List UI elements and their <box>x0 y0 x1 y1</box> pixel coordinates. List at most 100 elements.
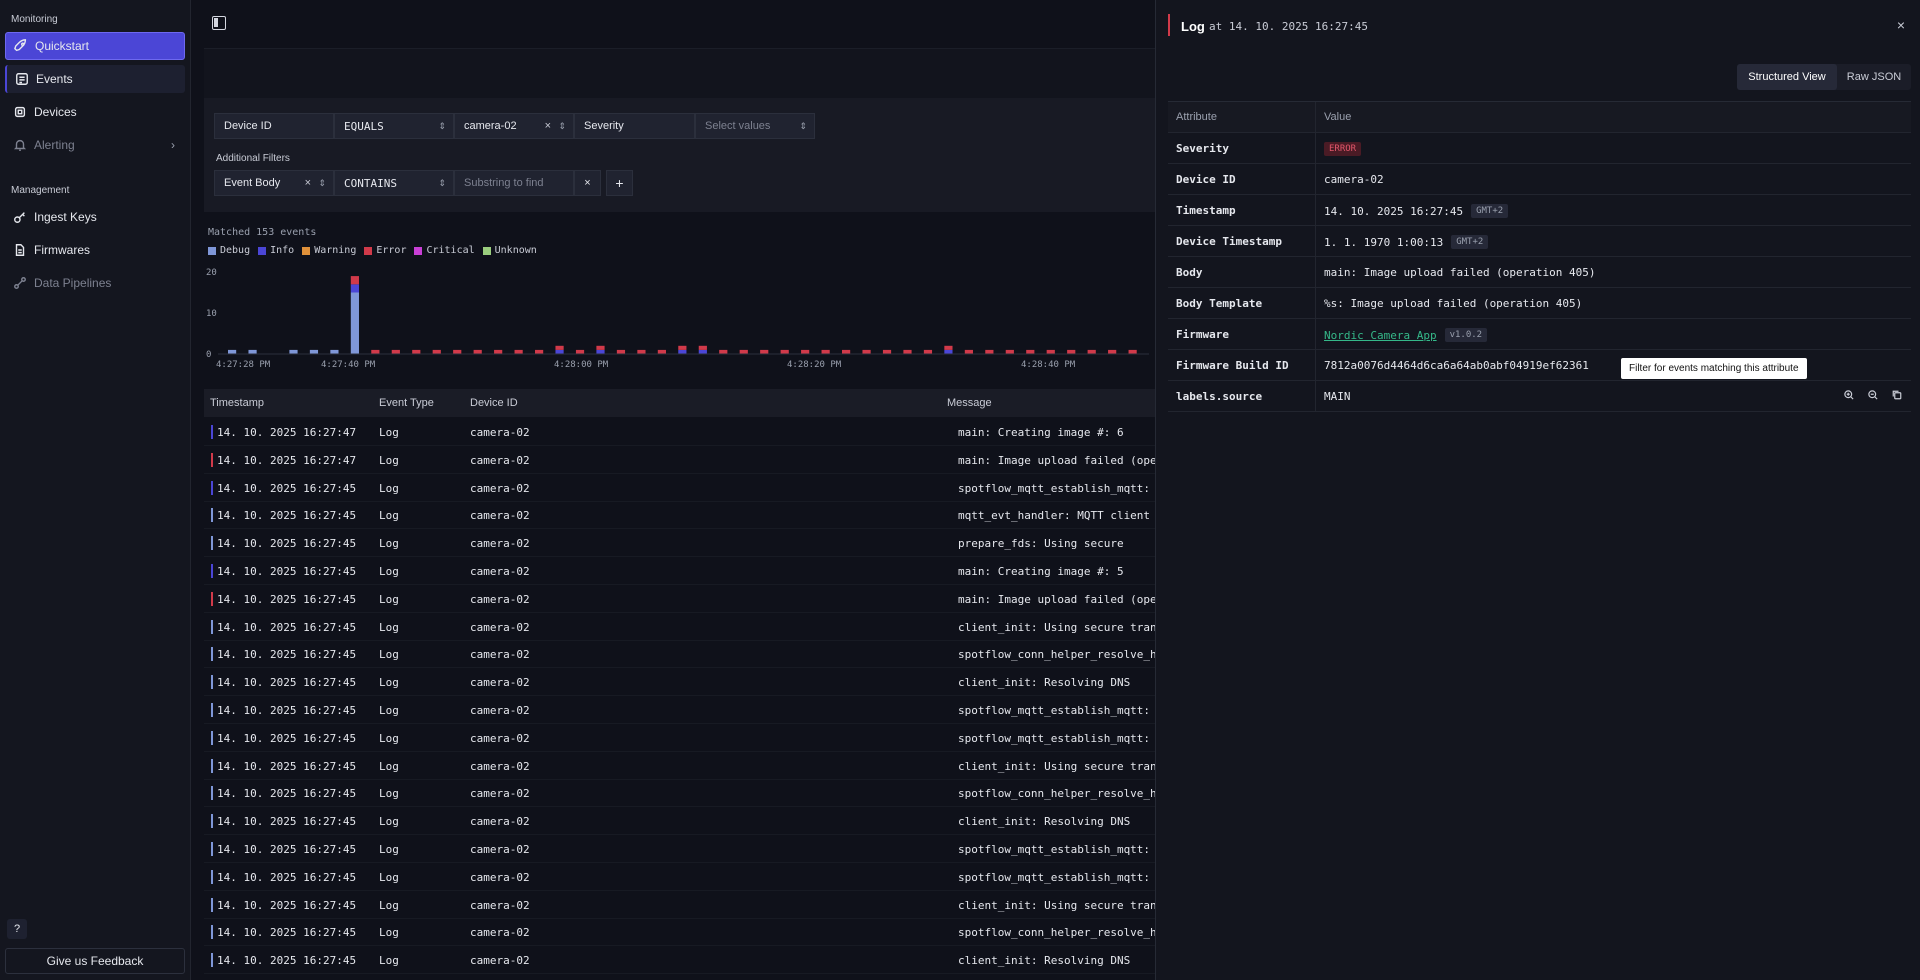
table-row[interactable]: 14. 10. 2025 16:27:45 Log camera-02 client_… <box>204 891 1155 919</box>
table-row[interactable]: 14. 10. 2025 16:27:45 Log camera-02 spotflo… <box>204 835 1155 863</box>
filter-field-event-body[interactable]: Event Body × ⇕ <box>214 170 334 196</box>
clear-icon: × <box>304 177 311 189</box>
close-button[interactable]: × <box>1897 17 1905 33</box>
cell-device-id: camera-02 <box>470 704 530 717</box>
legend-item[interactable]: Warning <box>302 245 356 256</box>
chart-bar <box>944 345 953 350</box>
legend-item[interactable]: Error <box>364 245 406 256</box>
remove-filter-button[interactable]: × <box>574 170 601 196</box>
cell-device-id: camera-02 <box>470 898 530 912</box>
tab-raw-json[interactable]: Raw JSON <box>1837 64 1911 90</box>
chart-bar <box>473 349 482 354</box>
filter-value-select[interactable]: camera-02 × ⇕ <box>454 113 574 139</box>
table-row[interactable]: 14. 10. 2025 16:27:45 Log camera-02 client_… <box>204 807 1155 836</box>
sidebar-toggle-icon[interactable] <box>212 16 226 30</box>
table-row[interactable]: 14. 10. 2025 16:27:45 Log camera-02 client_… <box>204 613 1155 641</box>
col-event-type[interactable]: Event Type <box>379 397 434 409</box>
table-row[interactable]: 14. 10. 2025 16:27:45 Log camera-02 client_… <box>204 946 1155 975</box>
table-row[interactable]: 14. 10. 2025 16:27:45 Log camera-02 main: C… <box>204 557 1155 585</box>
cell-device-id: camera-02 <box>470 815 530 829</box>
copy-icon[interactable] <box>1888 386 1906 404</box>
chart-bar <box>575 349 585 354</box>
add-filter-button[interactable]: + <box>606 170 633 196</box>
chevron-right-icon: › <box>171 138 175 152</box>
attribute-row[interactable]: Device ID camera-02 <box>1168 164 1911 195</box>
help-button[interactable]: ? <box>7 919 27 939</box>
chart-bar <box>882 349 892 354</box>
legend-item[interactable]: Info <box>258 245 294 256</box>
attribute-value: camera-02 <box>1324 173 1384 186</box>
col-device-id[interactable]: Device ID <box>470 397 518 409</box>
cell-device-id: camera-02 <box>470 787 530 801</box>
filter-operator-contains[interactable]: CONTAINS ⇕ <box>334 170 454 196</box>
sidebar-item-alerting[interactable]: Alerting › <box>5 131 185 159</box>
severity-indicator <box>211 758 213 773</box>
sidebar-item-devices[interactable]: Devices <box>5 98 185 126</box>
table-header: Timestamp Event Type Device ID Message <box>204 389 1155 417</box>
table-row[interactable]: 14. 10. 2025 16:27:45 Log camera-02 spotflo… <box>204 918 1155 947</box>
attribute-row[interactable]: Firmware Nordic Camera App v1.0.2 <box>1168 319 1911 350</box>
zoom-in-icon[interactable] <box>1840 386 1858 404</box>
attribute-value: Nordic Camera App v1.0.2 <box>1324 328 1488 342</box>
cell-timestamp: 14. 10. 2025 16:27:45 <box>217 843 357 856</box>
feedback-button[interactable]: Give us Feedback <box>5 948 185 974</box>
severity-indicator <box>211 953 213 968</box>
filter-operator-select[interactable]: EQUALS ⇕ <box>334 113 454 139</box>
table-row[interactable]: 14. 10. 2025 16:27:45 Log camera-02 spotflo… <box>204 474 1155 502</box>
filter-field-device-id[interactable]: Device ID <box>214 113 334 139</box>
firmware-link[interactable]: Nordic Camera App <box>1324 329 1437 342</box>
filter-field-severity[interactable]: Severity <box>574 113 695 139</box>
cell-timestamp: 14. 10. 2025 16:27:45 <box>217 954 357 968</box>
x-tick-label: 4:27:28 PM <box>216 360 271 370</box>
substring-input[interactable]: Substring to find <box>454 170 574 196</box>
tab-structured-view[interactable]: Structured View <box>1737 64 1837 90</box>
sidebar-item-ingest-keys[interactable]: Ingest Keys <box>5 203 185 231</box>
attribute-row[interactable]: Body Template %s: Image upload failed (op… <box>1168 288 1911 319</box>
attribute-row[interactable]: Timestamp 14. 10. 2025 16:27:45 GMT+2 <box>1168 195 1911 226</box>
table-row[interactable]: 14. 10. 2025 16:27:45 Log camera-02 client_… <box>204 752 1155 780</box>
table-row[interactable]: 14. 10. 2025 16:27:45 Log camera-02 spotflo… <box>204 724 1155 752</box>
table-row[interactable]: 14. 10. 2025 16:27:45 Log camera-02 spotflo… <box>204 640 1155 669</box>
legend-item[interactable]: Unknown <box>482 245 537 256</box>
cell-device-id: camera-02 <box>470 565 530 578</box>
sidebar-item-label: Firmwares <box>34 243 90 257</box>
sidebar-item-quickstart[interactable]: Quickstart <box>5 32 185 60</box>
table-row[interactable]: 14. 10. 2025 16:27:45 Log camera-02 spotflo… <box>204 696 1155 724</box>
chart-bar <box>821 349 830 354</box>
attribute-row[interactable]: Device Timestamp 1. 1. 1970 1:00:13 GMT+2 <box>1168 226 1911 257</box>
table-row[interactable]: 14. 10. 2025 16:27:45 Log camera-02 spotflo… <box>204 779 1155 808</box>
severity-indicator <box>211 703 213 717</box>
sidebar-item-label: Quickstart <box>35 39 90 53</box>
sidebar-item-label: Events <box>36 72 73 86</box>
table-row[interactable]: 14. 10. 2025 16:27:45 Log camera-02 client_… <box>204 668 1155 697</box>
list-icon <box>16 73 28 85</box>
legend-item[interactable]: Debug <box>208 245 250 256</box>
main-content: Device ID EQUALS ⇕ camera-02 × ⇕ Severity S… <box>192 0 1155 980</box>
col-message[interactable]: Message <box>947 397 992 409</box>
zoom-out-icon[interactable] <box>1864 386 1882 404</box>
table-row[interactable]: 14. 10. 2025 16:27:45 Log camera-02 prepare… <box>204 529 1155 558</box>
cell-message: client_init: Using secure transpo <box>958 898 1155 912</box>
table-row[interactable]: 14. 10. 2025 16:27:45 Log camera-02 spotflo… <box>204 863 1155 891</box>
chart-bar <box>698 345 707 350</box>
chart-bar <box>289 349 298 354</box>
sidebar-item-firmwares[interactable]: Firmwares <box>5 236 185 264</box>
attribute-row[interactable]: Severity ERROR <box>1168 133 1911 164</box>
chart-bar <box>719 349 728 354</box>
severity-accent <box>1168 14 1170 36</box>
chart-bar <box>985 349 994 354</box>
cell-device-id: camera-02 <box>470 926 530 940</box>
table-row[interactable]: 14. 10. 2025 16:27:45 Log camera-02 mqtt_ev… <box>204 501 1155 530</box>
table-row[interactable]: 14. 10. 2025 16:27:47 Log camera-02 main: C… <box>204 418 1155 446</box>
chart-bar <box>801 349 810 354</box>
table-row[interactable]: 14. 10. 2025 16:27:47 Log camera-02 main: I… <box>204 446 1155 474</box>
sidebar-item-events[interactable]: Events <box>5 65 185 93</box>
sidebar-item-data-pipelines[interactable]: Data Pipelines <box>5 269 185 297</box>
attribute-row[interactable]: labels.source MAIN <box>1168 381 1911 412</box>
table-row[interactable]: 14. 10. 2025 16:27:45 Log camera-02 main: I… <box>204 585 1155 613</box>
legend-item[interactable]: Critical <box>414 245 475 256</box>
x-tick-label: 4:27:40 PM <box>321 360 376 370</box>
severity-values-select[interactable]: Select values ⇕ <box>695 113 815 139</box>
col-timestamp[interactable]: Timestamp <box>210 397 264 409</box>
attribute-row[interactable]: Body main: Image upload failed (operation… <box>1168 257 1911 288</box>
